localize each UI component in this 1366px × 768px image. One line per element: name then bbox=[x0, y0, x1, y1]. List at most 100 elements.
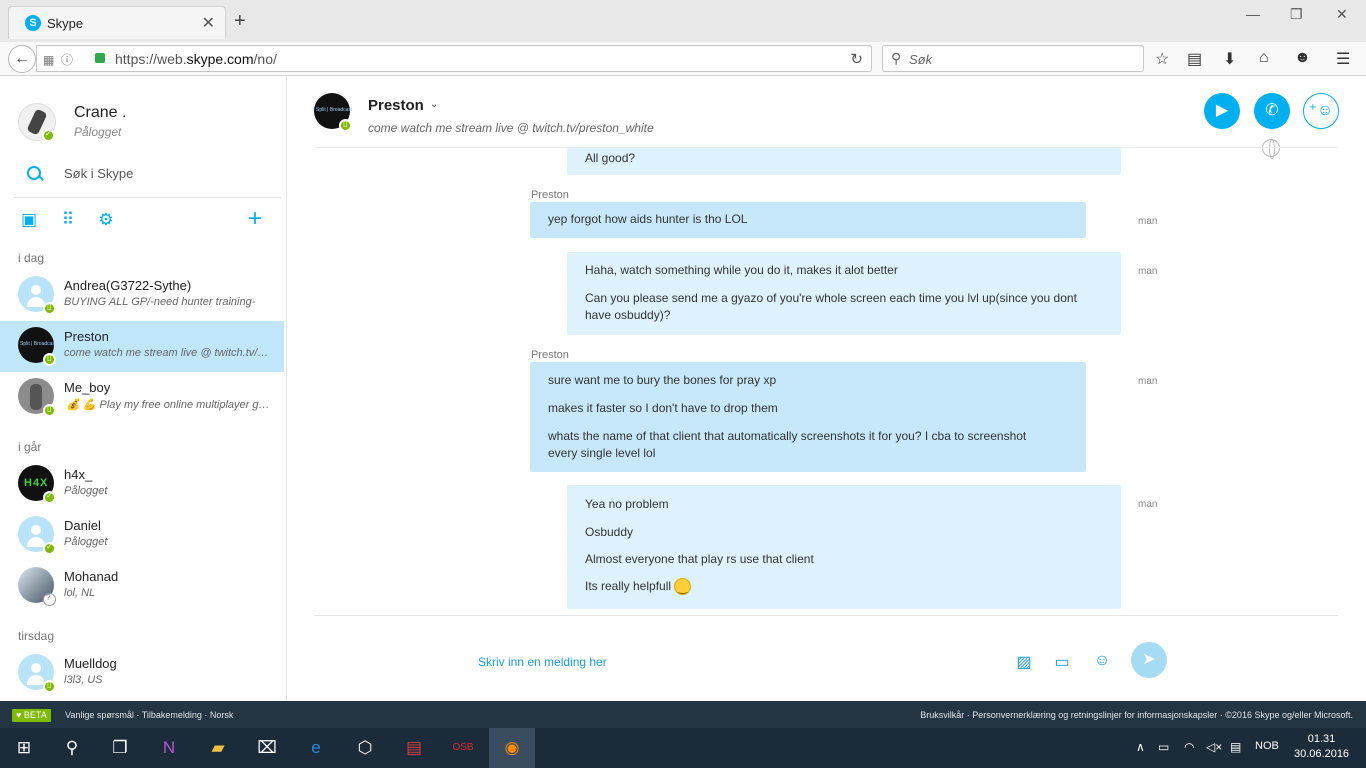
message-bubble-outgoing: Haha, watch something while you do it, m… bbox=[567, 252, 1121, 335]
address-bar[interactable]: ▦ ⓘ https://web.skype.com/no/ ↻ bbox=[36, 45, 872, 72]
contact-mood: lol, NL bbox=[64, 587, 96, 599]
skype-logo-icon: S bbox=[25, 15, 41, 31]
message-sender: Preston bbox=[531, 349, 569, 361]
home-icon[interactable]: ⌂ bbox=[1259, 49, 1269, 67]
bookmark-star-icon[interactable]: ☆ bbox=[1155, 49, 1169, 69]
menu-hamburger-icon[interactable]: ☰ bbox=[1336, 49, 1350, 69]
notification-icon[interactable]: ▤ bbox=[1230, 740, 1241, 754]
contact-item-preston[interactable]: Preston come watch me stream live @ twit… bbox=[0, 321, 284, 372]
contact-name: h4x_ bbox=[64, 467, 93, 482]
contacts-icon[interactable]: ▣ bbox=[20, 211, 38, 229]
firefox-icon[interactable]: ◉ bbox=[500, 736, 524, 760]
volume-mute-icon[interactable]: ◁× bbox=[1206, 740, 1222, 754]
mobile-status-icon bbox=[43, 353, 56, 366]
contact-mood: 💰 💪 Play my free online multiplayer game bbox=[66, 399, 271, 411]
send-file-icon[interactable]: ▨ bbox=[1014, 652, 1034, 671]
sidebar-search-input[interactable]: Søk i Skype bbox=[64, 166, 133, 181]
window-close-icon[interactable]: ✕ bbox=[1336, 6, 1348, 23]
beta-badge[interactable]: ♥ BETA bbox=[12, 709, 51, 722]
input-language[interactable]: NOB bbox=[1255, 740, 1279, 752]
wifi-icon[interactable]: ◠ bbox=[1184, 740, 1194, 754]
browser-navbar: ← ▦ ⓘ https://web.skype.com/no/ ↻ ⚲ Søk … bbox=[0, 42, 1366, 76]
footer-links-left[interactable]: Vanlige spørsmål · Tilbakemelding · Nors… bbox=[65, 710, 233, 720]
message-text: sure want me to bury the bones for pray … bbox=[548, 373, 777, 387]
message-input[interactable]: Skriv inn en melding her bbox=[478, 655, 607, 669]
osbuddy-icon[interactable]: OSB bbox=[451, 736, 475, 760]
dialpad-icon[interactable]: ⠿ bbox=[59, 211, 77, 229]
emoticon-icon[interactable]: ☺ bbox=[1092, 652, 1112, 670]
money-bag-emoji-icon: 💰 bbox=[66, 399, 80, 411]
online-status-icon bbox=[42, 129, 55, 142]
back-arrow-icon[interactable]: ← bbox=[8, 45, 36, 73]
tray-chevron-up-icon[interactable]: ∧ bbox=[1136, 740, 1145, 754]
flexed-arm-emoji-icon: 💪 bbox=[82, 399, 97, 411]
group-label-yesterday: i går bbox=[18, 440, 42, 454]
audio-call-button[interactable]: ✆ bbox=[1254, 93, 1290, 129]
message-text: Yea no problem bbox=[585, 497, 669, 511]
contact-item-me-boy[interactable]: Me_boy 💰 💪 Play my free online multiplay… bbox=[0, 372, 284, 423]
sidebar: Crane . Pålogget Søk i Skype ▣ ⠿ ⚙ + i d… bbox=[0, 77, 287, 701]
tab-title: Skype bbox=[47, 16, 84, 31]
divider bbox=[14, 197, 281, 198]
browser-search-input[interactable]: ⚲ Søk bbox=[882, 45, 1144, 72]
clock[interactable]: 01.31 30.06.2016 bbox=[1294, 732, 1349, 762]
site-info-icon[interactable]: ▦ ⓘ bbox=[43, 51, 73, 68]
message-text: Can you please send me a gyazo of you're… bbox=[585, 291, 1077, 322]
contact-mood: come watch me stream live @ twitch.tv/pr… bbox=[64, 347, 269, 359]
clock-time: 01.31 bbox=[1307, 733, 1336, 745]
edge-icon[interactable]: e bbox=[304, 736, 328, 760]
group-label-today: i dag bbox=[18, 251, 45, 265]
add-contact-plus-icon[interactable]: + bbox=[248, 207, 262, 231]
divider bbox=[314, 615, 1338, 616]
message-text: makes it faster so I don't have to drop … bbox=[548, 401, 778, 415]
contact-item-daniel[interactable]: Daniel Pålogget bbox=[0, 510, 284, 561]
contact-name: Me_boy bbox=[64, 380, 111, 395]
url-text: https://web.skype.com/no/ bbox=[115, 51, 277, 67]
send-button[interactable]: ➤ bbox=[1131, 642, 1167, 678]
download-icon[interactable]: ⬇ bbox=[1223, 49, 1236, 69]
tab-close-icon[interactable]: ✕ bbox=[202, 13, 215, 33]
windows-start-icon[interactable]: ⊞ bbox=[12, 736, 36, 760]
task-view-icon[interactable]: ❐ bbox=[108, 736, 132, 760]
online-status-icon bbox=[43, 491, 56, 504]
app-icon[interactable]: ⬡ bbox=[353, 736, 377, 760]
footer-links-right[interactable]: Bruksvilkår · Personvernerklæring og ret… bbox=[920, 710, 1353, 720]
settings-gear-icon[interactable]: ⚙ bbox=[97, 211, 115, 229]
contact-name: Daniel bbox=[64, 518, 101, 533]
reading-list-icon[interactable]: ▤ bbox=[1187, 49, 1202, 69]
unknown-status-icon bbox=[43, 593, 56, 606]
store-icon[interactable]: ⌧ bbox=[255, 736, 279, 760]
send-contact-icon[interactable]: ▭ bbox=[1052, 652, 1072, 671]
video-call-button[interactable]: ▶ bbox=[1204, 93, 1240, 129]
new-tab-icon[interactable]: + bbox=[234, 11, 246, 31]
contact-item-mohanad[interactable]: Mohanad lol, NL bbox=[0, 561, 284, 612]
contact-item-muelldog[interactable]: Muelldog l3l3, US bbox=[0, 648, 284, 699]
contact-item-andrea[interactable]: Andrea(G3722-Sythe) BUYING ALL GP/-need … bbox=[0, 270, 284, 321]
chevron-down-icon[interactable]: ⌄ bbox=[430, 99, 438, 110]
globe-icon[interactable] bbox=[1262, 139, 1280, 159]
windows-taskbar: ⊞ ⚲ ❐ N ▰ ⌧ e ⬡ ▤ OSB ◉ ∧ ▭ ◠ ◁× ▤ NOB 0… bbox=[0, 728, 1366, 768]
onenote-icon[interactable]: N bbox=[157, 736, 181, 760]
conversation-title[interactable]: Preston bbox=[368, 97, 424, 114]
emoji-extension-icon[interactable]: ☻ bbox=[1294, 49, 1311, 67]
message-text: yep forgot how aids hunter is tho LOL bbox=[548, 212, 748, 226]
minimize-icon[interactable]: — bbox=[1246, 6, 1260, 22]
browser-tab[interactable]: S Skype ✕ bbox=[8, 6, 226, 39]
message-text: whats the name of that client that autom… bbox=[548, 429, 1027, 460]
battery-icon[interactable]: ▭ bbox=[1158, 740, 1169, 754]
mobile-status-icon bbox=[43, 302, 56, 315]
search-icon[interactable]: ⚲ bbox=[60, 736, 84, 760]
message-time: man bbox=[1138, 266, 1158, 277]
message-text: Haha, watch something while you do it, m… bbox=[585, 263, 898, 277]
contact-item-h4x[interactable]: h4x_ Pålogget bbox=[0, 459, 284, 510]
my-status[interactable]: Pålogget bbox=[74, 125, 121, 139]
maximize-icon[interactable]: ❐ bbox=[1290, 6, 1303, 23]
add-participant-button[interactable]: ⁺☺ bbox=[1303, 93, 1339, 129]
message-text: All good? bbox=[585, 151, 636, 165]
books-icon[interactable]: ▤ bbox=[402, 736, 426, 760]
file-explorer-icon[interactable]: ▰ bbox=[206, 736, 230, 760]
reload-icon[interactable]: ↻ bbox=[850, 50, 863, 68]
search-icon[interactable] bbox=[26, 165, 44, 183]
my-name[interactable]: Crane . bbox=[74, 104, 126, 122]
contact-name: Mohanad bbox=[64, 569, 119, 584]
